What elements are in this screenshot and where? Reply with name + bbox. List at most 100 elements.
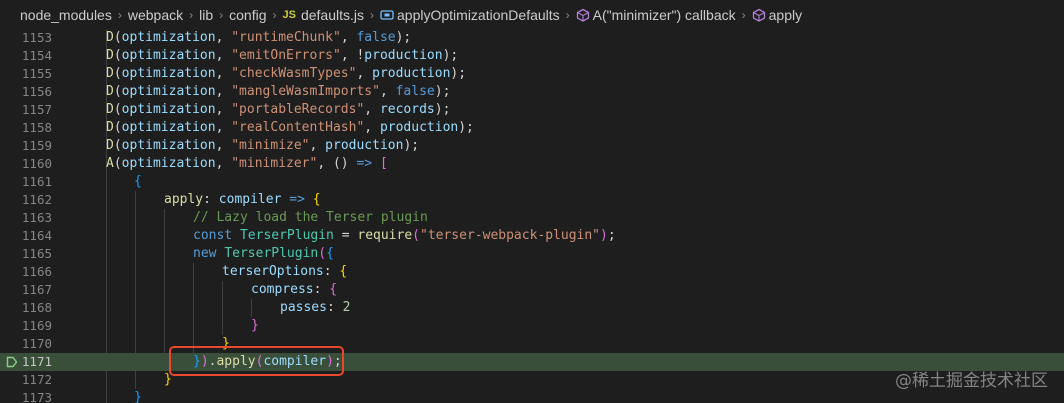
code-token: optimization: [121, 102, 216, 117]
code-token: );: [458, 120, 474, 135]
highlight-annotation: [169, 346, 344, 376]
code-token: ,: [364, 102, 380, 117]
breadcrumb-webpack[interactable]: webpack: [128, 7, 183, 23]
code-token: {: [312, 192, 321, 207]
line-number: 1169: [21, 318, 52, 333]
code-token: {: [134, 174, 142, 189]
code-line[interactable]: 1157 D(optimization, "portableRecords", r…: [0, 101, 1064, 119]
code-token: records: [379, 102, 435, 117]
code-token: D: [106, 66, 114, 81]
code-token: );: [434, 84, 451, 99]
code-line[interactable]: 1159 D(optimization, "minimize", producti…: [0, 137, 1064, 155]
line-number: 1153: [21, 30, 52, 45]
line-number: 1167: [21, 282, 52, 297]
code-token: (: [412, 228, 420, 243]
code-line[interactable]: 1167 compress: {: [0, 281, 1064, 299]
code-token: false: [356, 30, 396, 45]
code-text: }: [134, 389, 142, 403]
code-line[interactable]: 1169}: [0, 317, 1064, 335]
code-line[interactable]: 1161 {: [0, 173, 1064, 191]
code-token: ,: [215, 156, 232, 171]
code-token: TerserPlugin: [224, 246, 319, 261]
code-token: );: [434, 102, 451, 117]
code-token: optimization: [121, 138, 216, 153]
code-token: {: [339, 264, 348, 279]
code-text: D(optimization, "portableRecords", recor…: [106, 101, 450, 119]
code-token: =: [333, 228, 358, 243]
code-line[interactable]: 1156 D(optimization, "mangleWasmImports",…: [0, 83, 1064, 101]
code-token: optimization: [121, 156, 216, 171]
code-editor[interactable]: 1153 D(optimization, "runtimeChunk", fals…: [0, 29, 1064, 403]
code-token: "portableRecords": [231, 102, 365, 117]
code-line[interactable]: 1153 D(optimization, "runtimeChunk", fals…: [0, 29, 1064, 47]
code-line[interactable]: 1160 A(optimization, "minimizer", () => [: [0, 155, 1064, 173]
breadcrumb-symbol-minimizer-callback[interactable]: A("minimizer") callback: [593, 7, 736, 23]
line-number: 1161: [21, 174, 52, 189]
breadcrumb-file[interactable]: defaults.js: [301, 7, 364, 23]
code-line[interactable]: 1165 new TerserPlugin({: [0, 245, 1064, 263]
breadcrumb-config[interactable]: config: [229, 7, 266, 23]
code-token: ,: [215, 84, 232, 99]
code-token: ;: [607, 228, 616, 243]
code-text: new TerserPlugin({: [193, 245, 334, 263]
code-token: :: [323, 264, 340, 279]
line-number: 1172: [21, 372, 52, 387]
chevron-right-icon: ›: [189, 7, 194, 22]
code-token: (: [113, 138, 122, 153]
breadcrumb-symbol-apply-optimization-defaults[interactable]: applyOptimizationDefaults: [397, 7, 560, 23]
code-token: require: [357, 228, 413, 243]
code-token: );: [403, 138, 420, 153]
code-token: {: [326, 246, 334, 261]
code-token: "terser-webpack-plugin": [420, 228, 601, 243]
code-token: {: [329, 282, 338, 297]
code-token: compress: [251, 282, 314, 297]
line-number: 1162: [21, 192, 52, 207]
code-token: =>: [356, 156, 373, 171]
code-token: );: [450, 66, 467, 81]
code-token: optimization: [121, 30, 216, 45]
code-token: :: [313, 282, 330, 297]
code-token: ,: [215, 30, 232, 45]
code-token: ,: [215, 66, 232, 81]
code-line[interactable]: 1163 // Lazy load the Terser plugin: [0, 209, 1064, 227]
line-number: 1173: [21, 390, 52, 403]
code-line[interactable]: 1164 const TerserPlugin = require("terser…: [0, 227, 1064, 245]
code-token: apply: [164, 192, 204, 207]
breadcrumb-lib[interactable]: lib: [199, 7, 213, 23]
code-token: [: [379, 156, 388, 171]
code-line[interactable]: 1168 passes: 2: [0, 299, 1064, 317]
breadcrumb: node_modules › webpack › lib › config › …: [0, 0, 1064, 29]
code-line[interactable]: 1170}: [0, 335, 1064, 353]
code-token: (: [113, 48, 122, 63]
code-line[interactable]: 1154 D(optimization, "emitOnErrors", !pro…: [0, 47, 1064, 65]
code-token: :: [203, 192, 219, 207]
code-token: compiler: [218, 192, 282, 207]
code-line[interactable]: 1155 D(optimization, "checkWasmTypes", pr…: [0, 65, 1064, 83]
breadcrumb-node-modules[interactable]: node_modules: [20, 7, 112, 23]
code-token: , (): [317, 156, 357, 171]
code-token: production: [364, 48, 443, 63]
method-symbol-icon: [752, 8, 765, 22]
js-file-icon: JS: [282, 8, 296, 21]
breadcrumb-symbol-apply[interactable]: apply: [769, 7, 802, 23]
code-token: ,: [215, 102, 232, 117]
chevron-right-icon: ›: [565, 7, 570, 22]
code-token: );: [442, 48, 459, 63]
code-token: "minimize": [231, 138, 310, 153]
code-token: optimization: [121, 84, 216, 99]
code-token: 2: [342, 300, 351, 315]
code-token: ,: [215, 138, 232, 153]
code-token: ,: [215, 120, 232, 135]
code-line[interactable]: 1173}: [0, 389, 1064, 403]
line-number: 1158: [21, 120, 52, 135]
code-line[interactable]: 1166 terserOptions: {: [0, 263, 1064, 281]
code-line[interactable]: 1162 apply: compiler => {: [0, 191, 1064, 209]
code-token: terserOptions: [222, 264, 324, 279]
code-text: {: [134, 173, 142, 191]
code-token: (: [113, 66, 122, 81]
code-token: =>: [289, 192, 305, 207]
code-token: :: [326, 300, 343, 315]
code-line[interactable]: 1158 D(optimization, "realContentHash", p…: [0, 119, 1064, 137]
